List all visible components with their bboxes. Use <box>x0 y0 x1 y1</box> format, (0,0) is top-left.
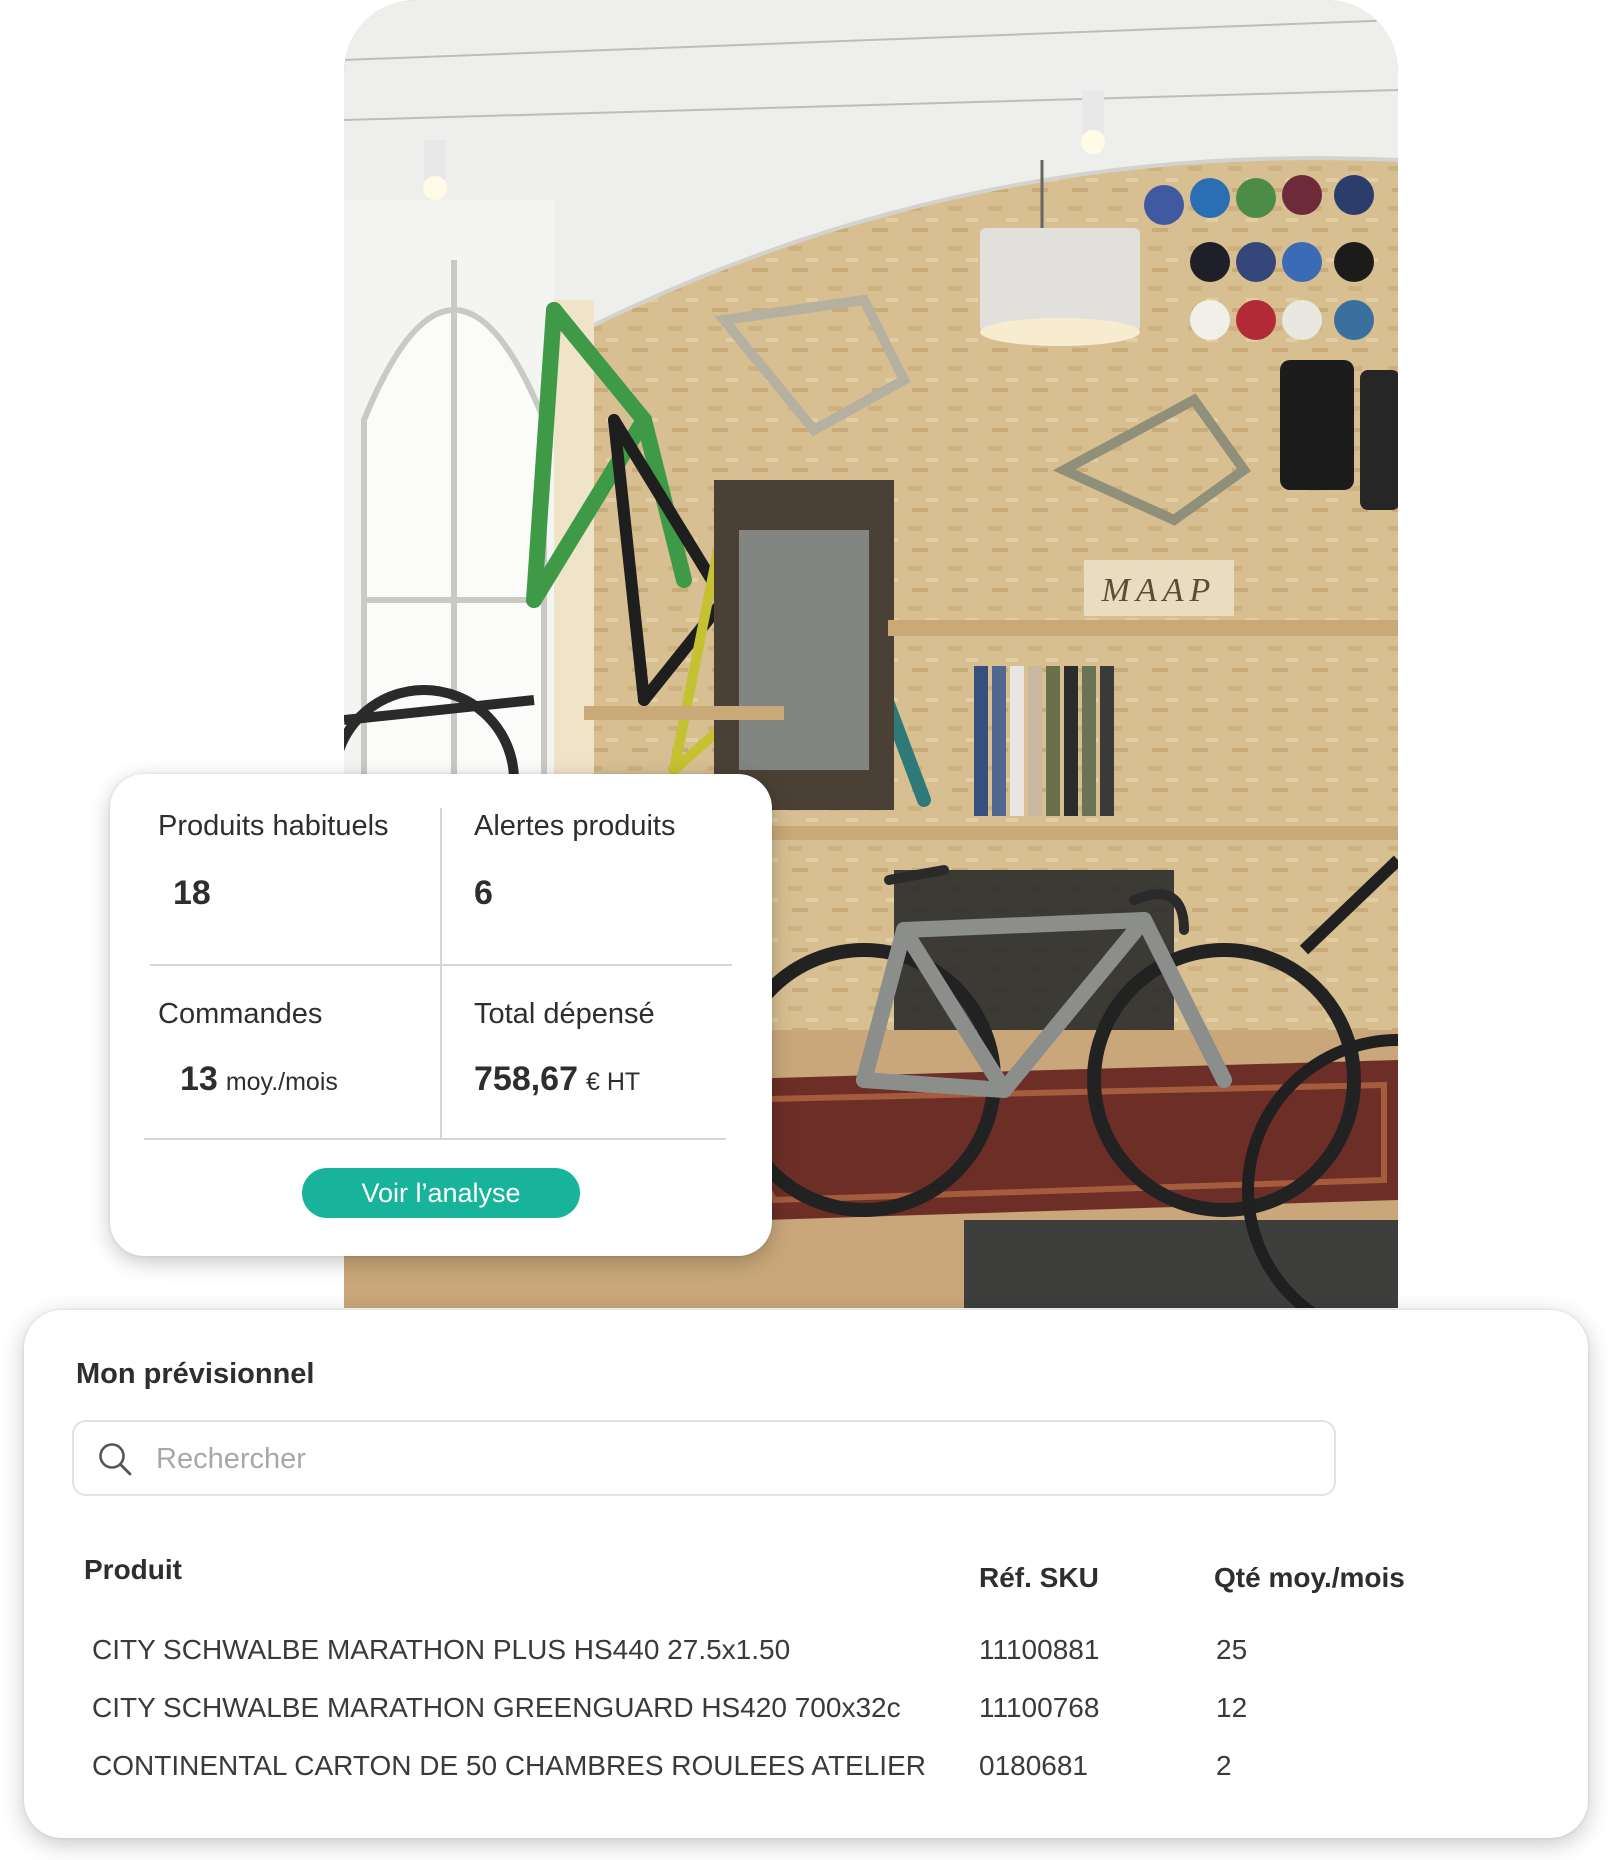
row-qty: 12 <box>1216 1692 1248 1723</box>
stat-orders: Commandes <box>158 998 458 1031</box>
stat-orders-number: 13 <box>180 1060 218 1098</box>
row-qty: 25 <box>1216 1634 1248 1665</box>
stat-product-alerts: Alertes produits <box>474 810 774 843</box>
view-analysis-button[interactable]: Voir l’analyse <box>302 1168 580 1218</box>
row-product: CITY SCHWALBE MARATHON PLUS HS440 27.5x1… <box>92 1634 791 1665</box>
stat-total-spent: Total dépensé <box>474 998 774 1031</box>
table-row[interactable]: CITY SCHWALBE MARATHON GREENGUARD HS420 … <box>24 1692 1588 1744</box>
stat-orders-value: 13 moy./mois <box>180 1060 338 1099</box>
stat-product-alerts-value: 6 <box>474 874 493 912</box>
stat-usual-products: Produits habituels <box>158 810 458 843</box>
stat-total-spent-number: 758,67 <box>474 1060 578 1098</box>
column-header-product[interactable]: Produit <box>84 1554 182 1586</box>
stat-total-spent-label: Total dépensé <box>474 998 655 1030</box>
table-row[interactable]: CONTINENTAL CARTON DE 50 CHAMBRES ROULEE… <box>24 1750 1588 1802</box>
row-product: CITY SCHWALBE MARATHON GREENGUARD HS420 … <box>92 1692 901 1723</box>
row-product: CONTINENTAL CARTON DE 50 CHAMBRES ROULEE… <box>92 1750 926 1781</box>
column-header-sku[interactable]: Réf. SKU <box>979 1562 1099 1594</box>
row-sku: 0180681 <box>979 1750 1089 1781</box>
maap-sign: MAAP <box>1101 572 1217 609</box>
row-sku: 11100768 <box>979 1692 1100 1723</box>
stats-vertical-divider <box>440 808 442 1138</box>
forecast-panel: Mon prévisionnel Produit Réf. SKU Qté mo… <box>24 1310 1588 1838</box>
row-qty: 2 <box>1216 1750 1232 1781</box>
stat-usual-products-value: 18 <box>173 874 211 912</box>
stats-divider-middle <box>150 964 732 966</box>
table-row[interactable]: CITY SCHWALBE MARATHON PLUS HS440 27.5x1… <box>24 1634 1588 1686</box>
stat-orders-label: Commandes <box>158 998 323 1030</box>
search-input[interactable] <box>154 1436 1308 1482</box>
stat-total-spent-value: 758,67 € HT <box>474 1060 640 1099</box>
stat-usual-products-label: Produits habituels <box>158 810 389 842</box>
stat-total-spent-unit: € HT <box>586 1068 641 1096</box>
stat-product-alerts-label: Alertes produits <box>474 810 676 842</box>
stats-divider-bottom <box>144 1138 726 1140</box>
stat-orders-unit: moy./mois <box>225 1068 338 1096</box>
search-icon <box>99 1443 132 1476</box>
forecast-title: Mon prévisionnel <box>76 1358 315 1390</box>
column-header-qty[interactable]: Qté moy./mois <box>1214 1562 1405 1594</box>
row-sku: 11100881 <box>979 1634 1100 1665</box>
stats-card: Produits habituels 18 Alertes produits 6… <box>110 774 772 1256</box>
search-box[interactable] <box>72 1420 1336 1496</box>
